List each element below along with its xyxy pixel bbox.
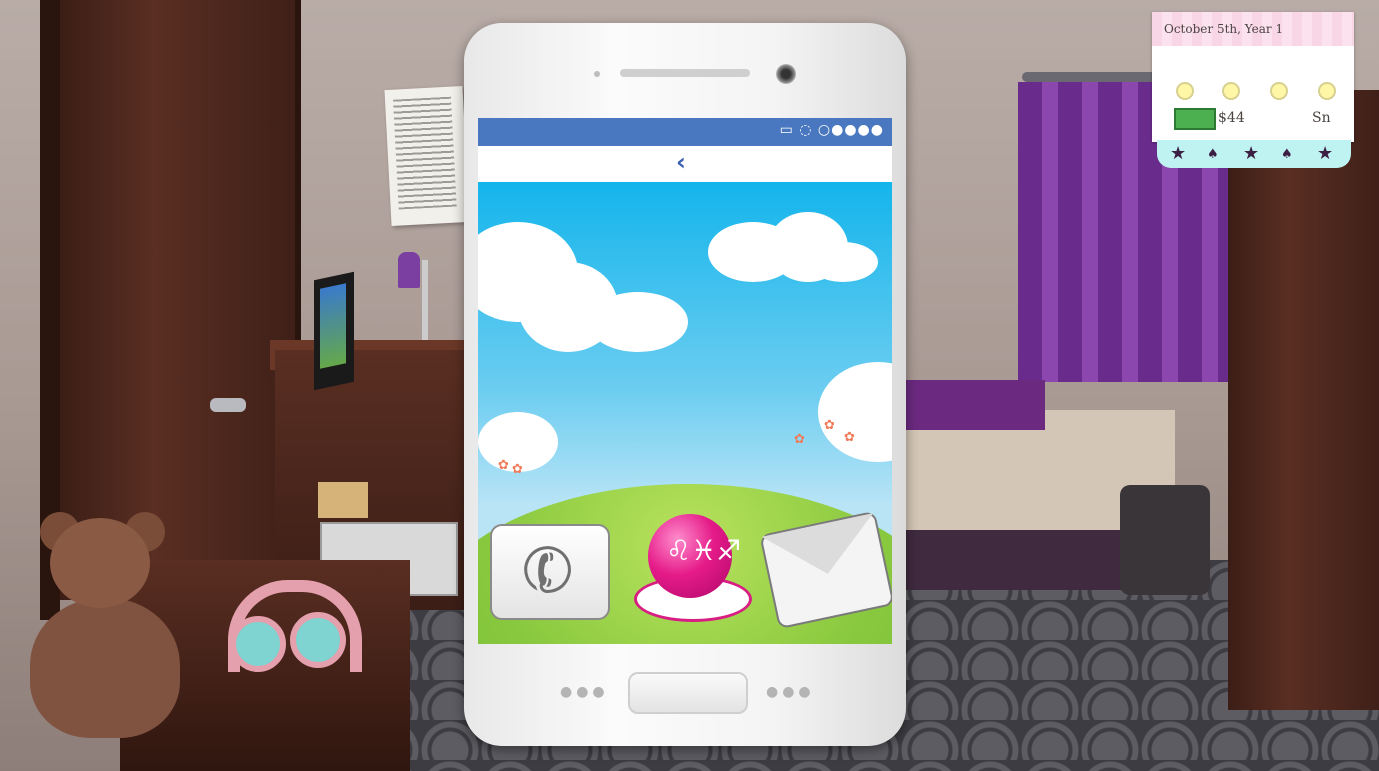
money-amount: $44 <box>1218 110 1245 126</box>
headphone-cup-left <box>230 616 286 672</box>
cloud <box>588 292 688 352</box>
status-bar: ▭ ◌ ○●●●● <box>478 118 892 146</box>
star-icon[interactable]: ★ <box>1170 143 1186 164</box>
time-slot-icon <box>1318 82 1336 100</box>
cardboard-box <box>318 482 368 518</box>
flower-icon: ✿ <box>794 432 805 447</box>
nav-dots-right: ●●● <box>766 684 815 700</box>
phone-earpiece <box>620 69 750 77</box>
time-slot-icon <box>1176 82 1194 100</box>
phone-screen: ▭ ◌ ○●●●● ‹ ✿ ✿ ✿ ✿ ✿ ✆ ♌♓♐ <box>478 118 892 644</box>
monitor-screen <box>320 283 346 369</box>
status-hud: October 5th, Year 1 $44 Sn <box>1152 12 1354 142</box>
zodiac-glyphs: ♌♓♐ <box>666 534 742 567</box>
bed-blanket <box>905 380 1045 430</box>
status-icons: ▭ ◌ ○●●●● <box>779 122 884 138</box>
school-bag <box>1120 485 1210 595</box>
star-icon[interactable]: ★ <box>1243 143 1259 164</box>
phone-nav-bar: ‹ <box>478 146 892 182</box>
cloud <box>808 242 878 282</box>
lamp-pole <box>422 260 428 340</box>
camera-icon <box>776 64 796 84</box>
money-icon <box>1174 108 1216 130</box>
desk-lamp <box>398 252 420 288</box>
bedroom-door[interactable] <box>60 0 301 600</box>
bear-body <box>30 598 180 738</box>
horoscope-app-button[interactable]: ♌♓♐ <box>632 512 752 628</box>
phone-sensor <box>594 71 600 77</box>
wardrobe <box>1228 90 1379 710</box>
wall-paper-note <box>384 86 470 226</box>
date-label: October 5th, Year 1 <box>1164 22 1284 36</box>
time-slot-icon <box>1222 82 1240 100</box>
phone-app-button[interactable]: ✆ <box>490 524 610 620</box>
flower-icon: ✿ <box>512 462 523 477</box>
flower-icon: ✿ <box>498 458 509 473</box>
time-slot-icon <box>1270 82 1288 100</box>
cloud <box>818 362 892 462</box>
nav-dots-left: ●●● <box>560 684 609 700</box>
spade-icon[interactable]: ♠ <box>1207 147 1219 162</box>
teddy-bear <box>10 512 200 738</box>
star-icon[interactable]: ★ <box>1317 143 1333 164</box>
bear-head <box>50 518 150 608</box>
flower-icon: ✿ <box>844 430 855 445</box>
headphone-cup-right <box>290 612 346 668</box>
back-arrow-icon[interactable]: ‹ <box>676 148 686 176</box>
season-label: Sn <box>1312 110 1331 126</box>
home-button[interactable] <box>628 672 748 714</box>
flower-icon: ✿ <box>824 418 835 433</box>
phone-handset-icon: ✆ <box>511 527 585 614</box>
door-handle[interactable] <box>210 398 246 412</box>
spade-icon[interactable]: ♠ <box>1281 147 1293 162</box>
